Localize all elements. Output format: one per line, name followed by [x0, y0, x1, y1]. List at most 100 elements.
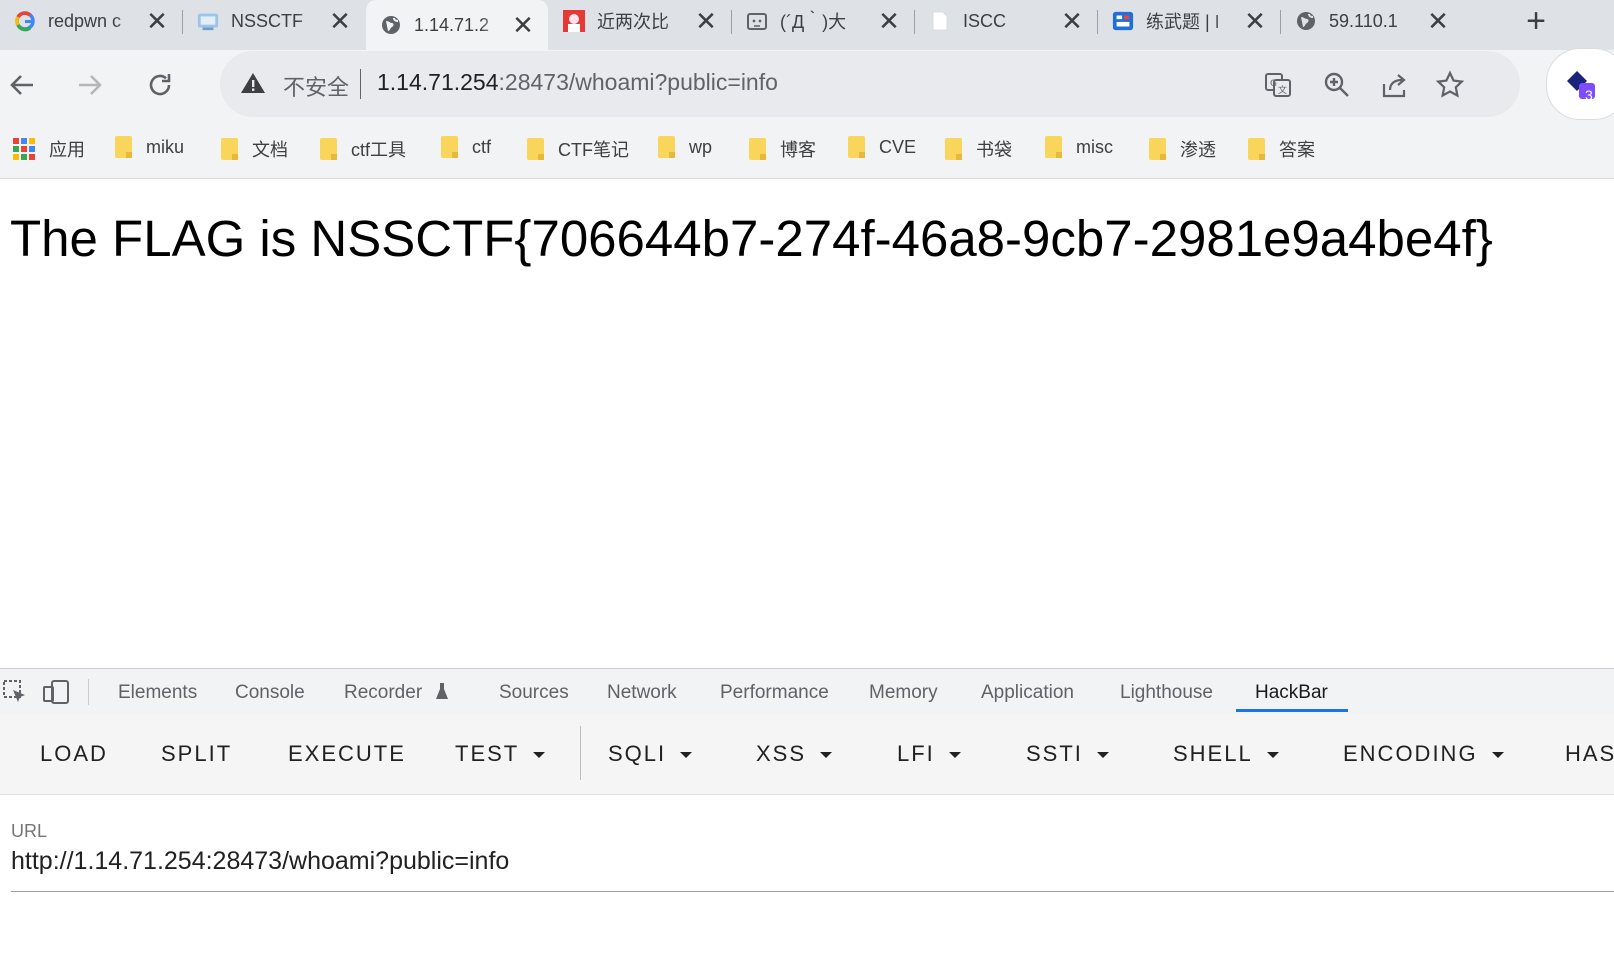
tab-error-page[interactable]: (´Д｀)大 ✕	[732, 0, 914, 42]
tab-title: 练武题 | I	[1146, 12, 1220, 32]
close-icon[interactable]: ✕	[1423, 6, 1453, 36]
sqli-dropdown[interactable]: SQLI	[608, 741, 693, 767]
device-toolbar-icon[interactable]	[42, 679, 70, 710]
forward-button[interactable]	[70, 65, 110, 105]
tab-active-current[interactable]: 1.14.71.2 ✕	[366, 0, 548, 50]
bookmark-button[interactable]	[1433, 68, 1467, 102]
tab-59-110[interactable]: 59.110.1 ✕	[1281, 0, 1463, 42]
shell-dropdown[interactable]: SHELL	[1173, 741, 1279, 767]
bookmark-label: CTF笔记	[558, 140, 629, 160]
folder-icon	[1045, 136, 1062, 158]
globe-icon	[380, 14, 402, 36]
google-icon	[14, 10, 36, 32]
bookmark-folder-misc[interactable]: misc	[1045, 136, 1113, 158]
tab-title: 59.110.1	[1329, 10, 1398, 31]
close-icon[interactable]: ✕	[691, 6, 721, 36]
devtools-tab-recorder[interactable]: Recorder	[344, 682, 449, 704]
url-field-underline	[11, 891, 1614, 892]
extension-button[interactable]: 3	[1546, 48, 1614, 120]
devtools-tab-sources[interactable]: Sources	[499, 682, 569, 704]
svg-text:文: 文	[1278, 84, 1287, 96]
folder-icon	[749, 138, 766, 160]
xss-dropdown[interactable]: XSS	[756, 741, 833, 767]
tab-practice[interactable]: 练武题 | I ✕	[1098, 0, 1280, 42]
split-button[interactable]: SPLIT	[161, 741, 232, 767]
security-label[interactable]: 不安全	[283, 70, 349, 102]
plus-icon: +	[1526, 1, 1546, 40]
devtools-tab-network[interactable]: Network	[607, 682, 677, 704]
bookmark-label: ctf	[472, 136, 492, 157]
bookmark-label: miku	[146, 136, 185, 157]
share-button[interactable]	[1378, 68, 1412, 102]
bookmark-label: CVE	[879, 136, 917, 157]
tab-iscc[interactable]: ISCC ✕	[915, 0, 1097, 42]
url-host: 1.14.71.254	[377, 69, 499, 95]
bookmark-folder-pentest[interactable]: 渗透	[1149, 136, 1216, 162]
bookmark-folder-ctf-notes[interactable]: CTF笔记	[527, 136, 629, 162]
close-icon[interactable]: ✕	[1057, 6, 1087, 36]
address-bar[interactable]: 不安全 1.14.71.254:28473/whoami?public=info…	[220, 51, 1520, 117]
execute-button[interactable]: EXECUTE	[288, 741, 406, 767]
close-icon[interactable]: ✕	[874, 6, 904, 36]
close-icon[interactable]: ✕	[508, 10, 538, 40]
folder-icon	[1149, 138, 1166, 160]
bookmark-folder-ctf[interactable]: ctf	[441, 136, 491, 158]
hackbar-url-field[interactable]: URL http://1.14.71.254:28473/whoami?publ…	[0, 795, 1614, 969]
bookmark-apps[interactable]: 应用	[13, 136, 85, 162]
caret-down-icon	[948, 752, 961, 759]
close-icon[interactable]: ✕	[142, 6, 172, 36]
flag-text: The FLAG is NSSCTF{706644b7-274f-46a8-9c…	[10, 210, 1493, 267]
tab-title: ISCC	[963, 10, 1007, 31]
bookmark-label: 应用	[49, 140, 85, 160]
bookmark-folder-ctf-tools[interactable]: ctf工具	[320, 136, 406, 162]
tab-label: Recorder	[344, 682, 423, 703]
tab-title: 1.14.71.2	[414, 14, 490, 35]
lfi-dropdown[interactable]: LFI	[897, 741, 961, 767]
bookmark-folder-miku[interactable]: miku	[115, 136, 184, 158]
encoding-dropdown[interactable]: ENCODING	[1343, 741, 1504, 767]
bookmark-folder-bookbag[interactable]: 书袋	[945, 136, 1012, 162]
devtools-tab-hackbar[interactable]: HackBar	[1255, 682, 1328, 704]
url-field-value[interactable]: http://1.14.71.254:28473/whoami?public=i…	[11, 847, 509, 876]
svg-text:G: G	[1270, 79, 1277, 89]
close-icon[interactable]: ✕	[1240, 6, 1270, 36]
warning-icon[interactable]	[240, 71, 266, 100]
address-divider	[360, 69, 361, 99]
back-button[interactable]	[2, 65, 42, 105]
apps-icon	[13, 138, 35, 160]
page-content: The FLAG is NSSCTF{706644b7-274f-46a8-9c…	[0, 179, 1614, 667]
translate-button[interactable]: G文	[1261, 68, 1295, 102]
devtools-tab-application[interactable]: Application	[981, 682, 1074, 704]
zoom-button[interactable]	[1320, 68, 1354, 102]
test-dropdown[interactable]: TEST	[455, 741, 546, 767]
tab-nssctf[interactable]: NSSCTF ✕	[183, 0, 365, 42]
devtools-tab-console[interactable]: Console	[235, 682, 305, 704]
load-button[interactable]: LOAD	[40, 741, 108, 767]
star-icon	[1435, 70, 1465, 98]
hashing-dropdown[interactable]: HAS	[1565, 741, 1614, 767]
url-field-label: URL	[11, 821, 48, 841]
reload-button[interactable]	[140, 65, 180, 105]
bookmark-folder-cve[interactable]: CVE	[848, 136, 916, 158]
url-text[interactable]: 1.14.71.254:28473/whoami?public=info	[377, 69, 778, 96]
arrow-left-icon	[10, 75, 33, 95]
bookmark-folder-docs[interactable]: 文档	[221, 136, 288, 162]
tab-recent-competitions[interactable]: 近两次比 ✕	[549, 0, 731, 42]
extension-badge: 3	[1585, 87, 1593, 103]
bookmark-label: ctf工具	[351, 140, 407, 160]
bookmark-folder-answers[interactable]: 答案	[1248, 136, 1315, 162]
inspect-element-icon[interactable]	[2, 679, 28, 710]
devtools-tab-memory[interactable]: Memory	[869, 682, 938, 704]
folder-icon	[115, 136, 132, 158]
folder-icon	[441, 136, 458, 158]
ssti-dropdown[interactable]: SSTI	[1026, 741, 1109, 767]
devtools-tab-elements[interactable]: Elements	[118, 682, 197, 704]
close-icon[interactable]: ✕	[325, 6, 355, 36]
bookmark-folder-blog[interactable]: 博客	[749, 136, 816, 162]
new-tab-button[interactable]: +	[1504, 0, 1568, 42]
bookmark-folder-wp[interactable]: wp	[658, 136, 712, 158]
tab-redpwn[interactable]: redpwn c ✕	[0, 0, 182, 42]
devtools-tab-lighthouse[interactable]: Lighthouse	[1120, 682, 1213, 704]
folder-icon	[658, 136, 675, 158]
devtools-tab-performance[interactable]: Performance	[720, 682, 829, 704]
